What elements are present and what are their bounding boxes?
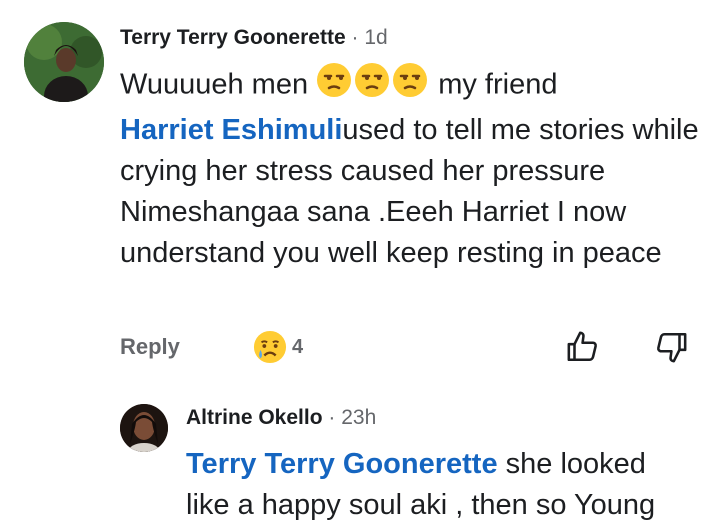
unamused-face-emoji — [392, 62, 428, 110]
author-name[interactable]: Terry Terry Goonerette — [120, 26, 346, 49]
reply-time: 23h — [341, 406, 377, 429]
mention-link[interactable]: Harriet Eshimuli — [120, 114, 342, 146]
avatar[interactable] — [120, 404, 168, 452]
author-name[interactable]: Altrine Okello — [186, 406, 323, 429]
comment-body: Wuuuueh men my friend Harriet Eshimulius… — [120, 62, 700, 274]
mention-link[interactable]: Terry Terry Goonerette — [186, 448, 498, 480]
comment-actions: Reply 4 — [120, 330, 700, 364]
reaction-count: 4 — [292, 336, 304, 358]
unamused-face-emoji — [354, 62, 390, 110]
comment-author[interactable]: Terry Terry Goonerette · 1d — [120, 26, 388, 50]
reply-body: Terry Terry Goonerette she looked like a… — [186, 444, 716, 526]
thumbs-up-icon[interactable] — [566, 330, 600, 369]
meta-separator: · — [328, 406, 336, 429]
thumbs-down-icon[interactable] — [654, 330, 688, 369]
unamused-face-emoji — [316, 62, 352, 110]
crying-face-emoji[interactable] — [253, 330, 287, 369]
reply-author[interactable]: Altrine Okello · 23h — [186, 406, 376, 430]
comment-text-start: Wuuuueh men — [120, 68, 309, 101]
reply-text-line1: she looked — [497, 448, 646, 480]
meta-separator: · — [351, 26, 359, 49]
avatar[interactable] — [24, 22, 104, 102]
comment-text-mid: my friend — [430, 68, 558, 101]
reply-button[interactable]: Reply — [120, 334, 180, 360]
reply-text-line2: like a happy soul aki , then so Young — [186, 489, 656, 521]
comment-time: 1d — [364, 26, 388, 49]
